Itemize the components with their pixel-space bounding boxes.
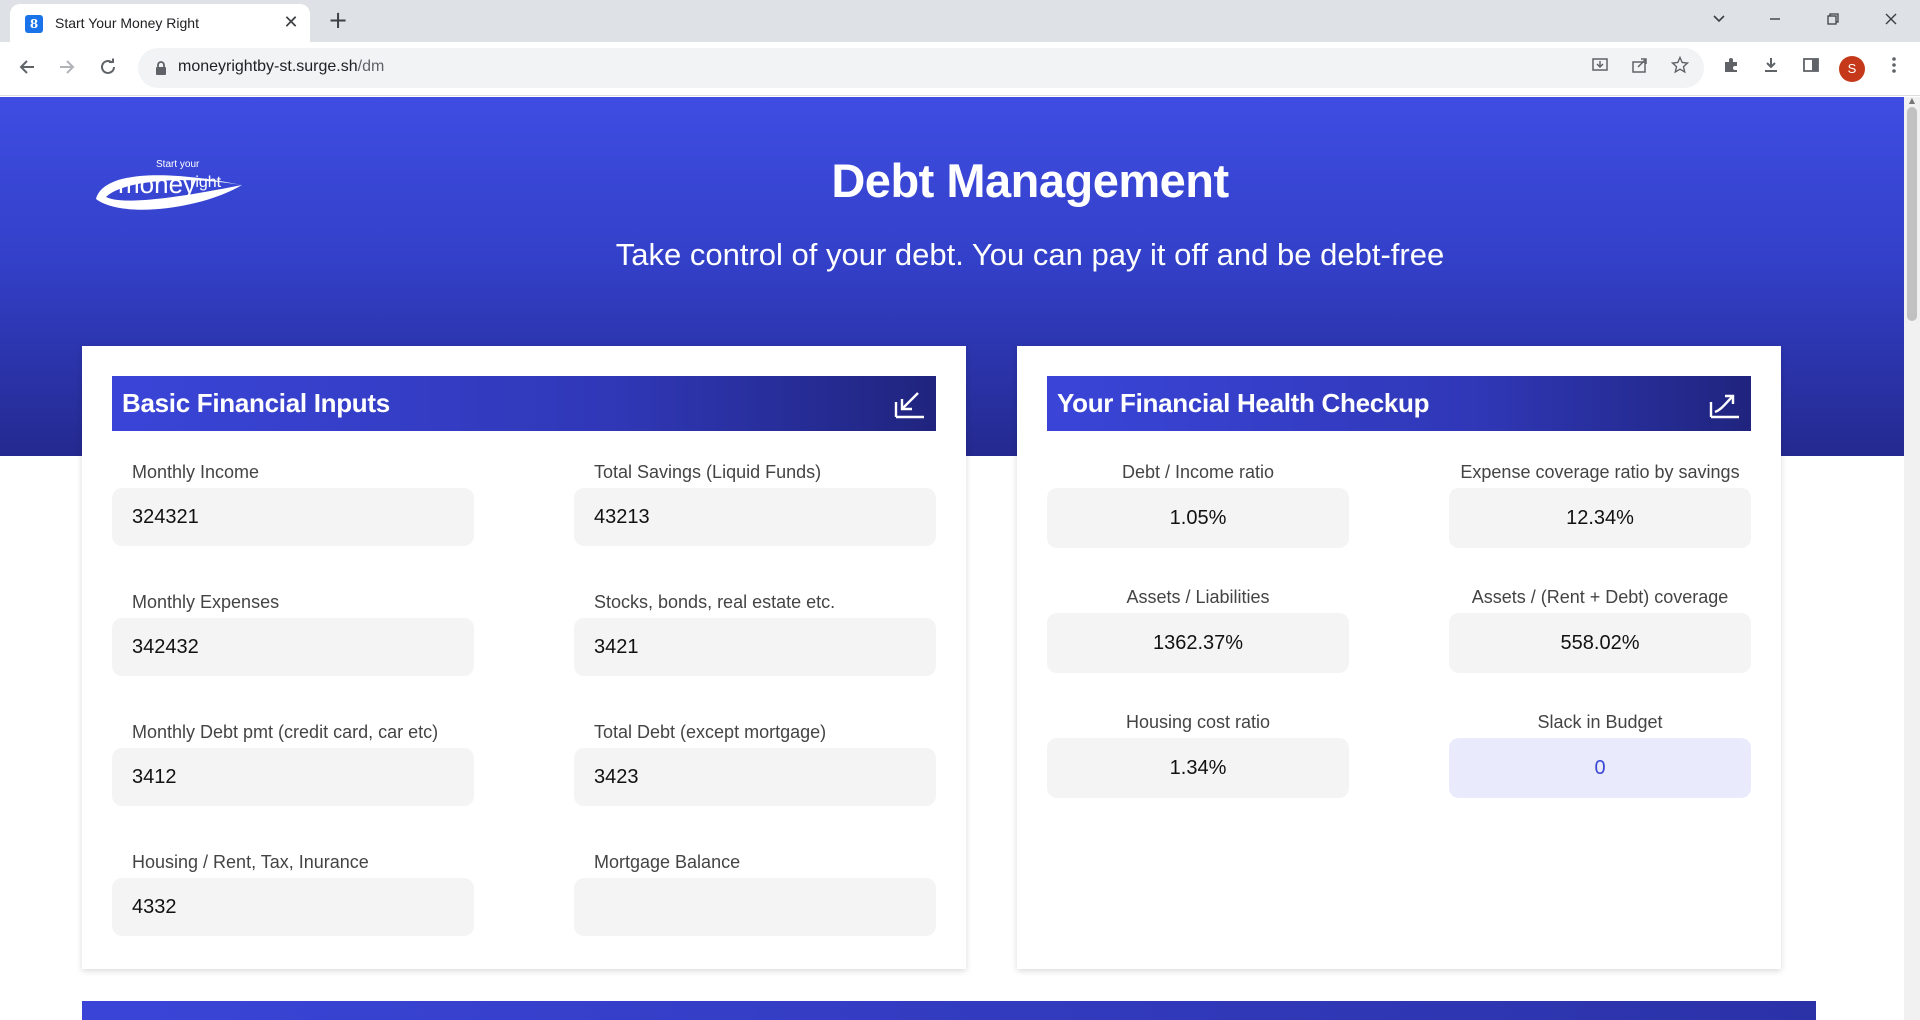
mortgage-balance-label: Mortgage Balance [594,852,741,872]
expense-coverage-value: 12.34% [1449,488,1751,548]
scroll-thumb[interactable] [1907,107,1917,321]
reload-icon[interactable] [94,55,122,83]
housing-input[interactable] [112,878,474,936]
monthly-debt-pmt-input[interactable] [112,748,474,806]
monthly-income-label: Monthly Income [132,462,260,482]
site-favicon-icon: 8 [25,15,43,33]
downloads-icon[interactable] [1757,55,1785,83]
arrow-down-left-icon[interactable] [894,388,926,420]
total-debt-input[interactable] [574,748,936,806]
total-debt-label: Total Debt (except mortgage) [594,722,827,742]
close-tab-icon[interactable]: ✕ [280,12,302,34]
assets-liabilities-label: Assets / Liabilities [1126,587,1270,607]
mortgage-balance-input[interactable] [574,878,936,936]
tab-title: Start Your Money Right [55,15,199,31]
basic-inputs-title: Basic Financial Inputs [122,388,390,418]
slack-budget-value: 0 [1449,738,1751,798]
restore-icon[interactable] [1818,6,1848,36]
assets-liabilities-value: 1362.37% [1047,613,1349,673]
new-tab-button[interactable]: + [326,8,350,32]
monthly-income-input[interactable] [112,488,474,546]
health-checkup-header: Your Financial Health Checkup [1047,376,1751,431]
page-scrollbar[interactable]: ▲ [1904,97,1920,1020]
housing-label: Housing / Rent, Tax, Inurance [132,852,369,872]
tab-search-chevron-icon[interactable] [1704,6,1734,36]
browser-tab-bar: 8 Start Your Money Right ✕ + [0,0,1920,42]
url-text[interactable]: moneyrightby-st.surge.sh/dm [178,58,384,76]
monthly-expenses-input[interactable] [112,618,474,676]
basic-inputs-header: Basic Financial Inputs [112,376,936,431]
assets-rent-debt-value: 558.02% [1449,613,1751,673]
trend-up-icon[interactable] [1709,388,1741,420]
more-menu-icon[interactable] [1880,55,1908,83]
minimize-icon[interactable] [1760,6,1790,36]
monthly-expenses-label: Monthly Expenses [132,592,280,612]
lock-icon[interactable] [152,59,170,77]
forward-arrow-icon[interactable] [53,55,81,83]
extensions-puzzle-icon[interactable] [1717,55,1745,83]
page-title: Debt Management [831,154,1229,207]
stocks-bonds-input[interactable] [574,618,936,676]
close-window-icon[interactable] [1876,6,1906,36]
url-path: /dm [357,58,385,75]
health-checkup-title: Your Financial Health Checkup [1057,388,1430,418]
debt-income-value: 1.05% [1047,488,1349,548]
browser-toolbar: moneyrightby-st.surge.sh/dm S [0,42,1920,96]
scroll-up-arrow-icon[interactable]: ▲ [1908,97,1916,105]
total-savings-input[interactable] [574,488,936,546]
basic-inputs-card: Basic Financial Inputs Monthly Income To… [82,346,966,969]
monthly-debt-pmt-label: Monthly Debt pmt (credit card, car etc) [132,722,439,742]
side-panel-icon[interactable] [1797,55,1825,83]
url-host: moneyrightby-st.surge.sh [178,58,358,75]
slack-budget-label: Slack in Budget [1537,712,1663,732]
browser-tab[interactable]: 8 Start Your Money Right ✕ [10,4,310,42]
debt-income-label: Debt / Income ratio [1121,462,1275,482]
page-content: Start your money right Debt Management T… [0,97,1904,1020]
total-savings-label: Total Savings (Liquid Funds) [594,462,822,482]
assets-rent-debt-label: Assets / (Rent + Debt) coverage [1471,587,1729,607]
health-checkup-card: Your Financial Health Checkup Debt / Inc… [1017,346,1781,969]
page-subtitle: Take control of your debt. You can pay i… [615,237,1445,272]
bookmark-star-icon[interactable] [1668,55,1692,80]
expense-coverage-label: Expense coverage ratio by savings [1460,462,1740,482]
housing-cost-label: Housing cost ratio [1125,712,1271,732]
profile-avatar[interactable]: S [1839,56,1865,82]
install-app-icon[interactable] [1588,56,1612,80]
back-arrow-icon[interactable] [13,55,41,83]
next-section-header [82,1001,1816,1020]
address-bar[interactable]: moneyrightby-st.surge.sh/dm [138,48,1704,88]
housing-cost-value: 1.34% [1047,738,1349,798]
stocks-bonds-label: Stocks, bonds, real estate etc. [594,592,836,612]
share-icon[interactable] [1628,56,1652,80]
